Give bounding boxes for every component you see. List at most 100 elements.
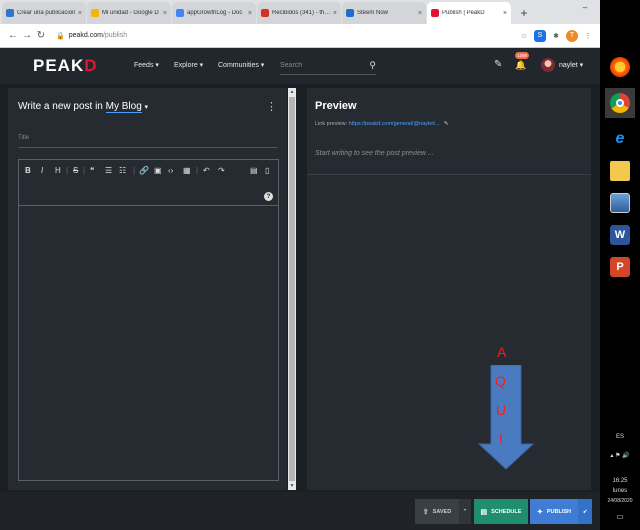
- title-input[interactable]: Title: [18, 132, 278, 148]
- browser-menu-icon[interactable]: ⋮: [582, 30, 594, 42]
- tab-close-icon[interactable]: ×: [163, 10, 167, 17]
- more-options-icon[interactable]: ⋮: [266, 100, 277, 113]
- word-icon: W: [610, 225, 630, 245]
- notification-center-icon[interactable]: ▭: [600, 512, 640, 521]
- address-bar: ← → ↻ 🔒 peakd.com /publish ☆ S ✱ T ⋮: [0, 24, 600, 48]
- tab-close-icon[interactable]: ×: [333, 10, 337, 17]
- nav-communities[interactable]: Communities ▾: [218, 61, 264, 69]
- url-field[interactable]: 🔒 peakd.com /publish: [56, 28, 514, 44]
- back-arrow-icon[interactable]: ←: [6, 30, 20, 41]
- taskbar-app-edge[interactable]: e: [605, 124, 635, 154]
- editor-heading-prefix: Write a new post in: [18, 101, 106, 112]
- taskbar-app-firefox[interactable]: [605, 52, 635, 82]
- editor-textarea[interactable]: [19, 207, 278, 480]
- minimize-button[interactable]: –: [574, 0, 596, 14]
- editor-heading: Write a new post in My Blog ▾: [18, 101, 149, 113]
- edit-permlink-icon[interactable]: ✎: [444, 121, 449, 127]
- help-icon[interactable]: ?: [264, 192, 273, 201]
- link-preview-label: Link preview:: [315, 121, 349, 127]
- taskbar-app-powerpoint[interactable]: P: [605, 252, 635, 282]
- taskbar-app-chrome[interactable]: [605, 88, 635, 118]
- link-button[interactable]: 🔗: [139, 166, 149, 175]
- image-button[interactable]: ▣: [154, 166, 162, 175]
- tab-favicon-icon: [6, 9, 14, 17]
- redo-button[interactable]: ↷: [218, 166, 225, 175]
- pencil-icon[interactable]: ✎: [494, 59, 502, 70]
- forward-arrow-icon[interactable]: →: [20, 30, 34, 41]
- new-tab-button[interactable]: +: [516, 5, 532, 21]
- browser-tab[interactable]: Steem Now ×: [342, 2, 426, 24]
- cloud-save-icon: ⇪: [422, 508, 429, 516]
- tab-label: Steem Now: [357, 10, 389, 16]
- publish-button[interactable]: ✦ PUBLISH: [530, 499, 578, 524]
- save-options-button[interactable]: ⌃: [459, 499, 471, 524]
- username-menu[interactable]: naylet ▾: [559, 61, 583, 69]
- tab-close-icon[interactable]: ×: [78, 10, 82, 17]
- unordered-list-button[interactable]: ☰: [105, 166, 112, 175]
- taskbar-app-monitor[interactable]: [605, 188, 635, 218]
- markdown-editor: B I H | S | ❝ ☰ ☷ | 🔗 ▣ ‹› ▦ | ↶ ↷ ▤ ▯ ?: [18, 159, 279, 481]
- strikethrough-button[interactable]: S: [73, 166, 78, 175]
- bell-icon[interactable]: 🔔: [515, 60, 526, 71]
- tab-label: Recibidos (341) - thun: [272, 10, 331, 16]
- extension-icon[interactable]: S: [534, 29, 546, 42]
- code-button[interactable]: ‹›: [168, 166, 173, 175]
- search-input[interactable]: [280, 62, 360, 69]
- profile-avatar[interactable]: T: [566, 29, 578, 42]
- browser-tab[interactable]: Recibidos (341) - thun ×: [257, 2, 341, 24]
- chevron-down-icon[interactable]: ▾: [145, 104, 149, 111]
- tab-label: Mi unidad - Google D: [102, 10, 159, 16]
- windows-taskbar: e W P ES ▴ ⚑ 🔊 16:25 lunes 24/08/2020 ▭: [600, 0, 640, 530]
- clock-time[interactable]: 16:25: [600, 478, 640, 484]
- preview-toggle-button[interactable]: ▤: [250, 166, 258, 175]
- browser-tab[interactable]: appGrowthLog - Doc ×: [172, 2, 256, 24]
- browser-tab[interactable]: Mi unidad - Google D ×: [87, 2, 171, 24]
- browser-tab[interactable]: Crear una publicación ×: [2, 2, 86, 24]
- quick-publish-button[interactable]: ➶: [578, 499, 592, 524]
- scrollbar-thumb[interactable]: [289, 97, 295, 481]
- browser-tab-active[interactable]: Publish | PeakD ×: [427, 2, 511, 24]
- quote-button[interactable]: ❝: [90, 166, 94, 175]
- tab-close-icon[interactable]: ×: [418, 10, 422, 17]
- italic-button[interactable]: I: [41, 166, 43, 175]
- language-indicator[interactable]: ES: [600, 434, 640, 440]
- tab-close-icon[interactable]: ×: [248, 10, 252, 17]
- tab-favicon-icon: [261, 9, 269, 17]
- nav-feeds[interactable]: Feeds ▾: [134, 61, 159, 69]
- nav-explore[interactable]: Explore ▾: [174, 61, 203, 69]
- ordered-list-button[interactable]: ☷: [119, 166, 126, 175]
- search-icon[interactable]: ⚲: [369, 60, 376, 71]
- saved-button[interactable]: ⇪ SAVED: [415, 499, 459, 524]
- plus-icon: ✦: [536, 508, 543, 516]
- editor-scrollbar[interactable]: ▲ ▼: [288, 88, 296, 490]
- fullscreen-button[interactable]: ▯: [265, 166, 269, 175]
- url-path: /publish: [102, 32, 128, 39]
- avatar[interactable]: [541, 58, 555, 72]
- tab-close-icon[interactable]: ×: [503, 10, 507, 17]
- chrome-icon: [610, 93, 630, 113]
- taskbar-app-explorer[interactable]: [605, 156, 635, 186]
- system-tray-icons[interactable]: ▴ ⚑ 🔊: [600, 452, 640, 459]
- clock-day: lunes: [612, 488, 628, 494]
- star-icon[interactable]: ☆: [518, 30, 530, 42]
- clock-date: 24/08/2020: [607, 498, 633, 504]
- publish-label: PUBLISH: [546, 508, 571, 515]
- schedule-button[interactable]: ▤ SCHEDULE: [474, 499, 528, 524]
- peakd-logo[interactable]: PEAKD: [33, 56, 98, 76]
- heading-button[interactable]: H: [55, 166, 61, 175]
- preview-heading: Preview: [315, 100, 357, 112]
- puzzle-icon[interactable]: ✱: [550, 30, 562, 42]
- peakd-header: PEAKD Feeds ▾ Explore ▾ Communities ▾ ⚲ …: [0, 48, 600, 84]
- bold-button[interactable]: B: [25, 166, 31, 175]
- blog-selector[interactable]: My Blog: [105, 101, 142, 113]
- undo-button[interactable]: ↶: [203, 166, 210, 175]
- link-preview-url[interactable]: https://peakd.com/general/@naylet/...: [349, 121, 440, 127]
- taskbar-app-word[interactable]: W: [605, 220, 635, 250]
- url-host: peakd.com: [68, 32, 103, 39]
- reload-icon[interactable]: ↻: [34, 30, 48, 41]
- tab-favicon-icon: [91, 9, 99, 17]
- scroll-up-icon[interactable]: ▲: [288, 89, 296, 95]
- scroll-down-icon[interactable]: ▼: [288, 483, 296, 489]
- calendar-icon: ▤: [480, 508, 488, 516]
- table-button[interactable]: ▦: [183, 166, 191, 175]
